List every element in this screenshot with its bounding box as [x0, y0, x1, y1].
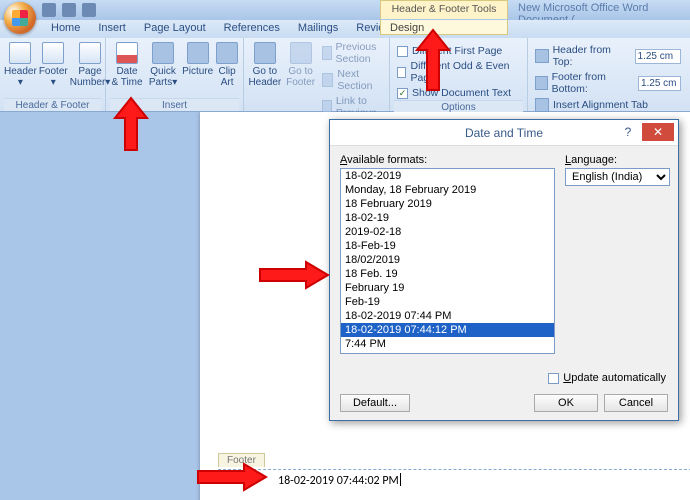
format-option[interactable]: Monday, 18 February 2019	[341, 183, 554, 197]
header-icon	[9, 42, 31, 64]
footer-from-bottom-row: Footer from Bottom:1.25 cm	[532, 70, 684, 96]
tab-mailings[interactable]: Mailings	[289, 20, 347, 38]
diff-odd-even-check[interactable]: Different Odd & Even Pages	[394, 59, 523, 85]
annotation-arrow-right-footer	[196, 462, 268, 492]
dialog-title-bar[interactable]: Date and Time ? ✕	[330, 120, 678, 146]
picture-icon	[187, 42, 209, 64]
qat-undo-icon[interactable]	[62, 3, 76, 17]
clip-art-icon	[216, 42, 238, 64]
goto-header-button[interactable]: Go toHeader	[248, 40, 282, 90]
header-button[interactable]: Header▾	[4, 40, 37, 90]
formats-listbox[interactable]: 18-02-2019Monday, 18 February 201918 Feb…	[340, 168, 555, 354]
checkbox-icon	[397, 46, 408, 57]
page-number-icon	[79, 42, 101, 64]
update-automatically-check[interactable]: Update automatically	[548, 372, 666, 384]
diff-first-page-check[interactable]: Different First Page	[394, 44, 523, 58]
tab-references[interactable]: References	[215, 20, 289, 38]
formats-label: Available formats:	[340, 154, 555, 166]
annotation-arrow-right-format	[258, 260, 330, 290]
goto-footer-button: Go toFooter	[284, 40, 318, 90]
default-button[interactable]: Default...	[340, 394, 410, 412]
dialog-close-button[interactable]: ✕	[642, 123, 674, 141]
ok-button[interactable]: OK	[534, 394, 598, 412]
picture-button[interactable]: Picture	[182, 40, 213, 79]
show-doc-text-check[interactable]: ✓Show Document Text	[394, 86, 523, 100]
format-option[interactable]: February 19	[341, 281, 554, 295]
ribbon: Header▾ Footer▾ PageNumber▾ Header & Foo…	[0, 38, 690, 112]
tab-page-layout[interactable]: Page Layout	[135, 20, 215, 38]
annotation-arrow-up-datetime	[113, 96, 149, 152]
header-from-top-row: Header from Top:1.25 cm	[532, 43, 684, 69]
group-position: Header from Top:1.25 cm Footer from Bott…	[528, 38, 688, 111]
format-option[interactable]: 18-02-2019 07:44 PM	[341, 309, 554, 323]
qat-save-icon[interactable]	[42, 3, 56, 17]
format-option[interactable]: 18-02-2019	[341, 169, 554, 183]
checkbox-icon	[548, 373, 559, 384]
clip-art-button[interactable]: ClipArt	[215, 40, 239, 90]
goto-header-icon	[254, 42, 276, 64]
tab-insert[interactable]: Insert	[89, 20, 135, 38]
format-option[interactable]: 7:44 PM	[341, 337, 554, 351]
header-top-spinner[interactable]: 1.25 cm	[635, 49, 681, 64]
alignment-tab-icon	[535, 98, 549, 112]
format-option[interactable]: 18/02/2019	[341, 253, 554, 267]
quick-parts-icon	[152, 42, 174, 64]
prev-section-icon	[322, 46, 331, 60]
footer-icon	[42, 42, 64, 64]
annotation-arrow-up-design	[415, 28, 451, 92]
checkbox-checked-icon: ✓	[397, 88, 408, 99]
previous-section-button: Previous Section	[319, 40, 385, 66]
footer-text[interactable]: 18-02-2019 07:44:02 PM	[278, 473, 401, 488]
next-section-icon	[322, 73, 333, 87]
date-time-icon	[116, 42, 138, 64]
group-header-footer: Header▾ Footer▾ PageNumber▾ Header & Foo…	[0, 38, 106, 111]
formats-label-text: vailable formats:	[347, 154, 427, 166]
footer-bottom-icon	[535, 76, 548, 90]
page-number-button[interactable]: PageNumber▾	[70, 40, 111, 90]
group-navigation: Go toHeader Go toFooter Previous Section…	[244, 38, 390, 111]
format-option[interactable]: 7:44:12 PM	[341, 351, 554, 354]
group-label-header-footer: Header & Footer	[4, 98, 101, 111]
header-top-icon	[535, 49, 549, 63]
footer-bottom-spinner[interactable]: 1.25 cm	[638, 76, 681, 91]
group-options: Different First Page Different Odd & Eve…	[390, 38, 528, 111]
ribbon-tabs: Home Insert Page Layout References Maili…	[0, 20, 690, 38]
format-option[interactable]: 18-02-2019 07:44:12 PM	[341, 323, 554, 337]
date-time-button[interactable]: Date& Time	[110, 40, 144, 90]
office-button[interactable]	[4, 2, 36, 34]
quick-parts-button[interactable]: QuickParts▾	[146, 40, 180, 90]
date-time-dialog: Date and Time ? ✕ Available formats: 18-…	[329, 119, 679, 421]
format-option[interactable]: Feb-19	[341, 295, 554, 309]
qat-redo-icon[interactable]	[82, 3, 96, 17]
checkbox-icon	[397, 67, 406, 78]
quick-access-toolbar	[42, 3, 96, 17]
language-select[interactable]: English (India)	[565, 168, 670, 186]
footer-button[interactable]: Footer▾	[39, 40, 68, 90]
tab-home[interactable]: Home	[42, 20, 89, 38]
next-section-button: Next Section	[319, 67, 385, 93]
contextual-tab-caption: Header & Footer Tools	[380, 0, 508, 19]
title-bar: Header & Footer Tools New Microsoft Offi…	[0, 0, 690, 20]
format-option[interactable]: 18-Feb-19	[341, 239, 554, 253]
format-option[interactable]: 18 Feb. 19	[341, 267, 554, 281]
goto-footer-icon	[290, 42, 312, 64]
format-option[interactable]: 2019-02-18	[341, 225, 554, 239]
cancel-button[interactable]: Cancel	[604, 394, 668, 412]
dialog-help-button[interactable]: ?	[618, 123, 638, 141]
language-label: Language:	[565, 154, 670, 166]
format-option[interactable]: 18 February 2019	[341, 197, 554, 211]
format-option[interactable]: 18-02-19	[341, 211, 554, 225]
insert-alignment-tab-button[interactable]: Insert Alignment Tab	[532, 97, 684, 113]
dialog-title: Date and Time	[465, 126, 543, 140]
